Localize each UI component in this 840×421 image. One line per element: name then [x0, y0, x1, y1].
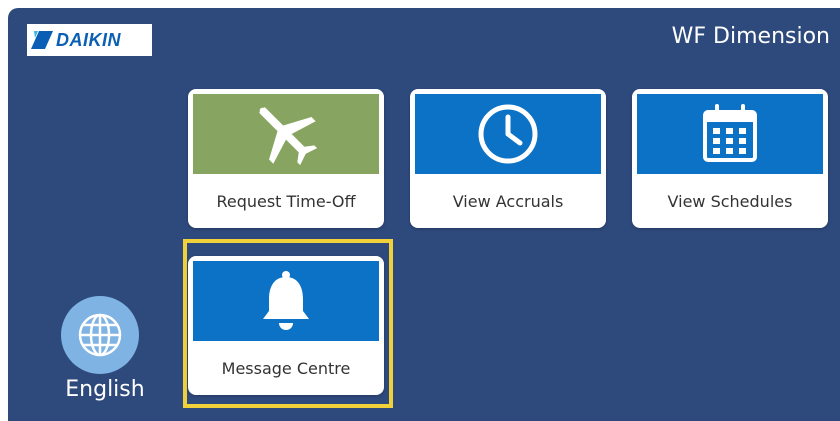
calendar-icon — [703, 104, 757, 162]
tile-label: View Accruals — [452, 191, 564, 211]
tile-request-time-off[interactable]: Request Time-Off — [188, 89, 384, 228]
logo-text: DAIKIN — [56, 29, 121, 50]
tile-view-schedules[interactable]: View Schedules — [632, 89, 828, 228]
clock-icon — [478, 104, 538, 164]
language-label[interactable]: English — [40, 377, 170, 402]
tile-view-accruals[interactable]: View Accruals — [410, 89, 606, 228]
daikin-logo-icon — [31, 31, 53, 49]
tile-label: View Schedules — [667, 191, 793, 211]
tile-label: Request Time-Off — [216, 191, 356, 211]
tile-label: Message Centre — [221, 358, 351, 378]
tile-icon-area — [637, 94, 823, 174]
tile-icon-area — [193, 94, 379, 174]
daikin-logo: DAIKIN — [27, 24, 152, 56]
language-button[interactable] — [61, 296, 139, 374]
tile-icon-area — [193, 261, 379, 341]
globe-icon — [78, 313, 122, 357]
bell-icon — [263, 271, 309, 330]
tile-icon-area — [415, 94, 601, 174]
airplane-icon — [259, 107, 318, 166]
app-title: WF Dimension — [671, 24, 830, 49]
tile-message-centre[interactable]: Message Centre — [188, 256, 384, 395]
